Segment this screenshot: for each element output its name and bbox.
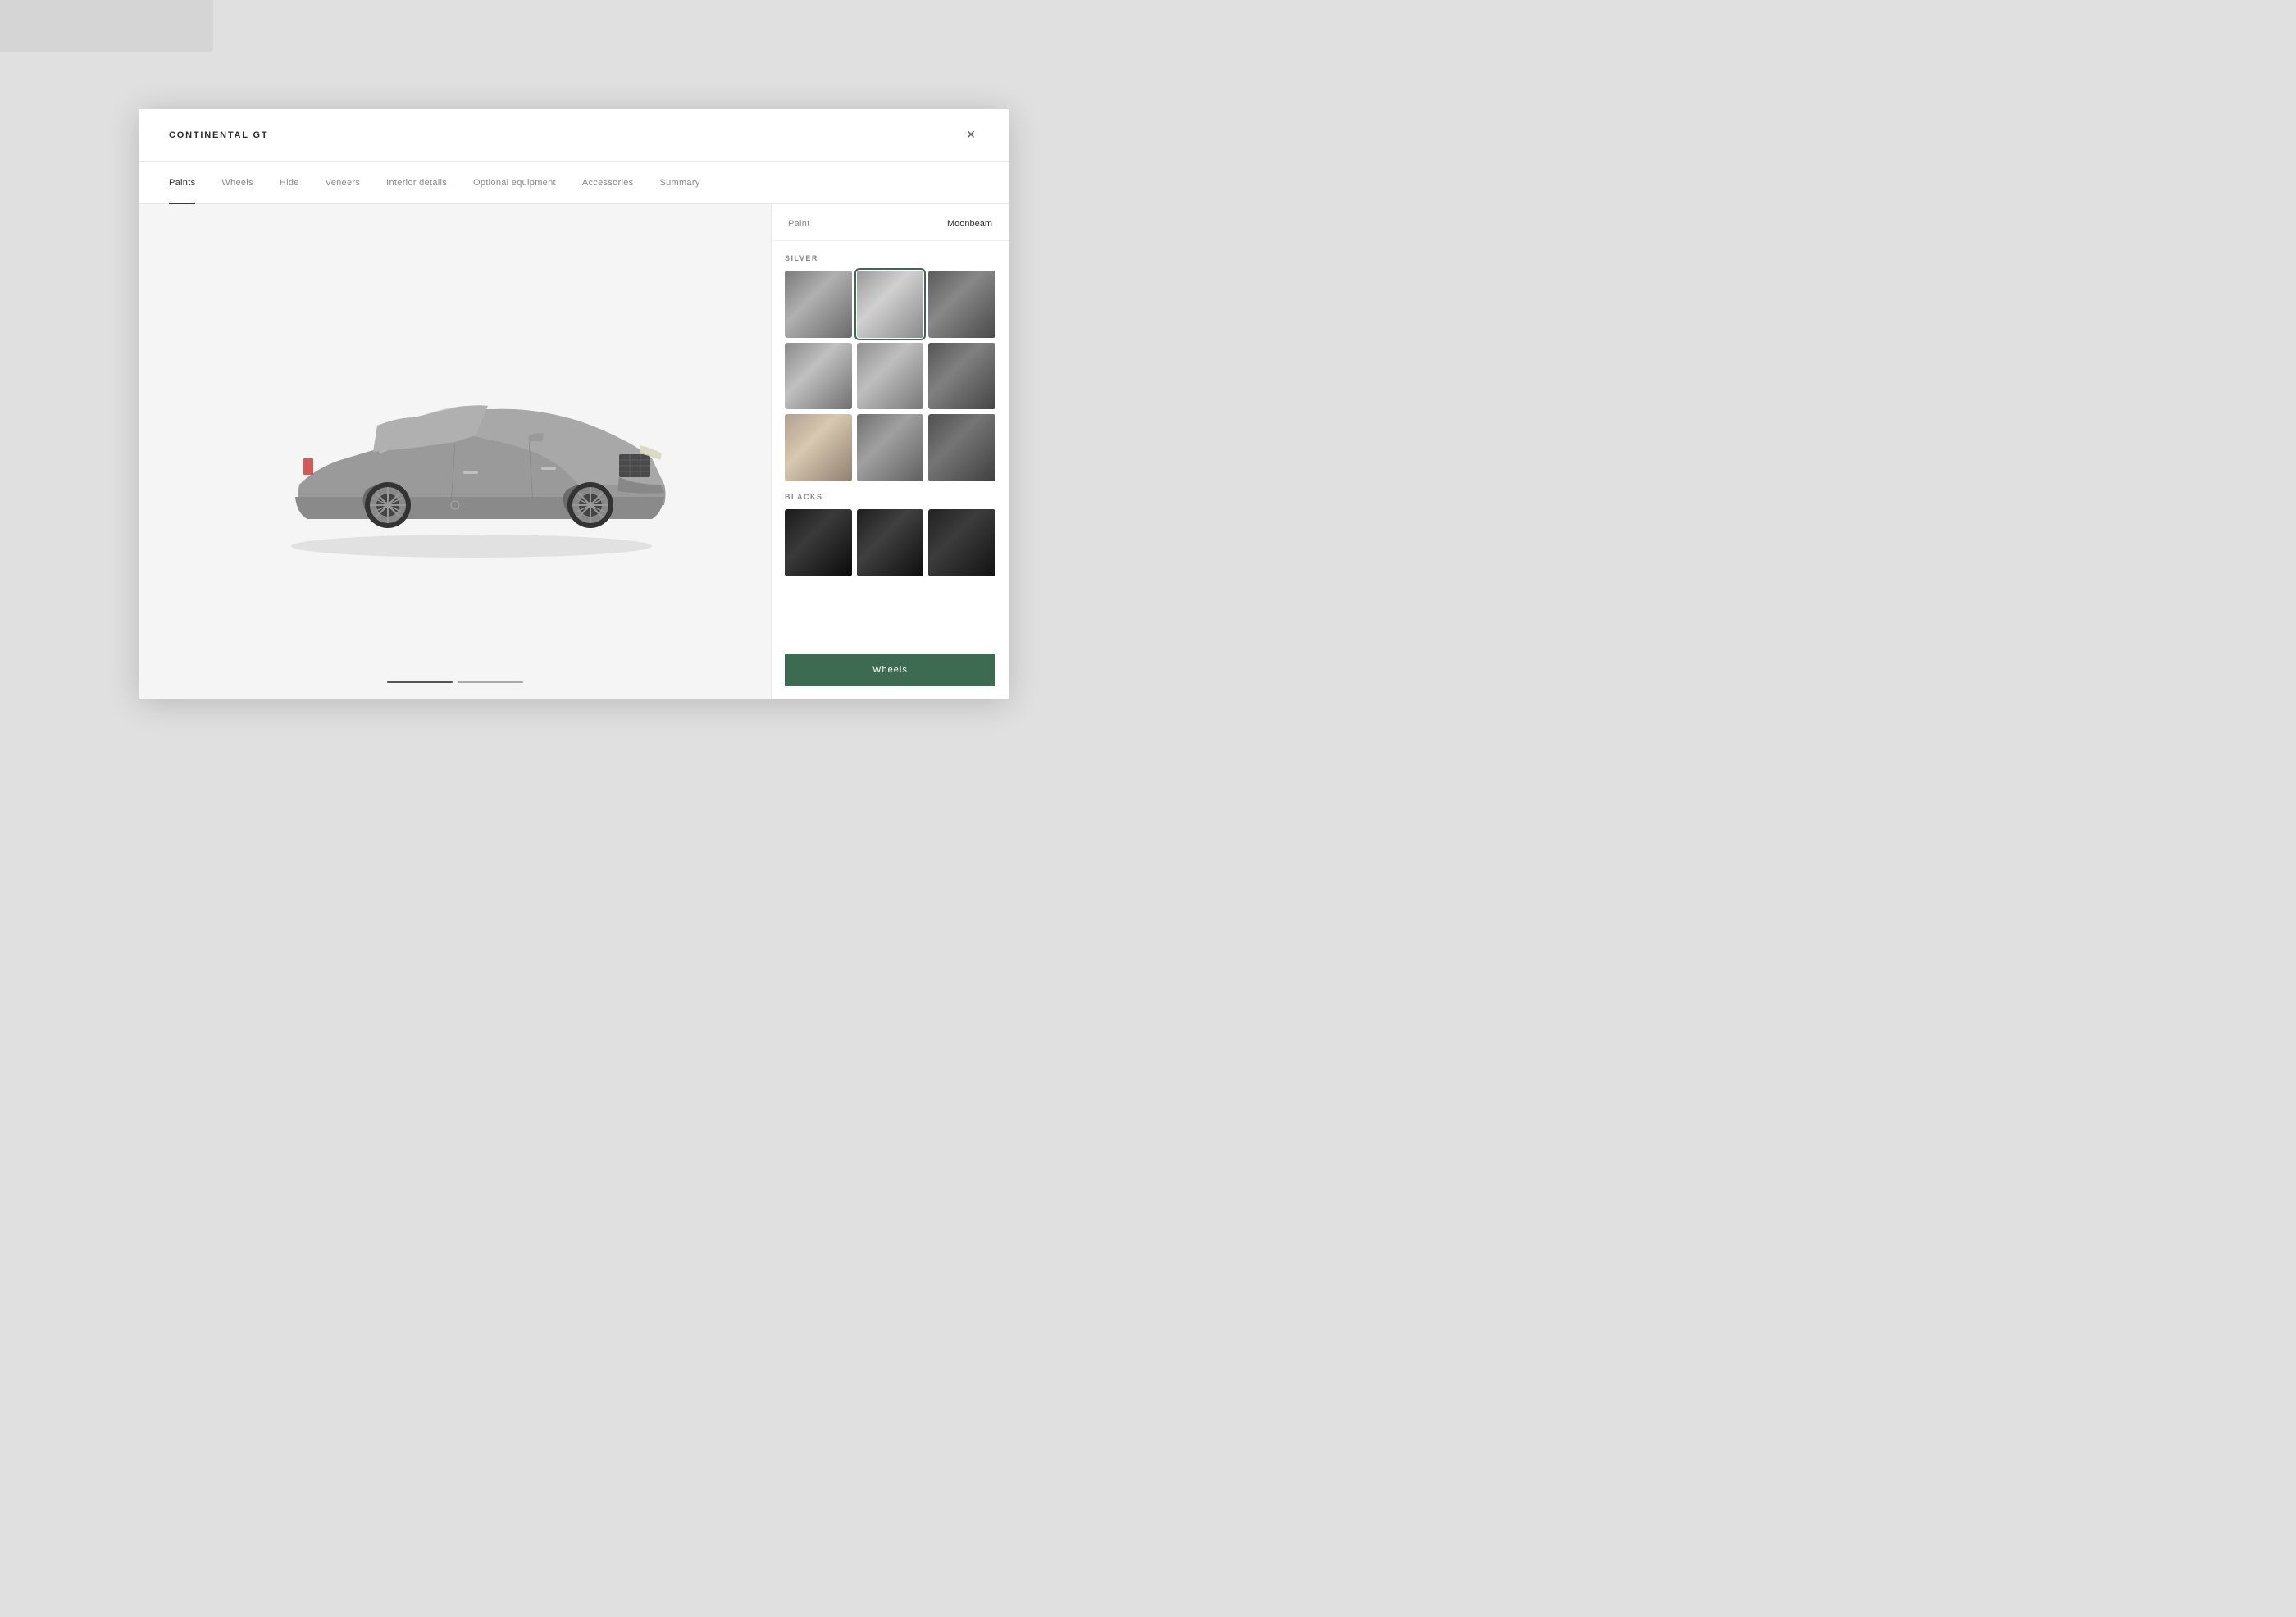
configurator-modal: CONTINENTAL GT × Paints Wheels Hide Vene… bbox=[139, 109, 1009, 699]
blacks-category-label: BLACKS bbox=[785, 493, 995, 501]
swatch-silver-4-color bbox=[785, 343, 852, 410]
swatch-silver-7[interactable] bbox=[785, 414, 852, 481]
swatch-silver-6[interactable] bbox=[928, 343, 995, 410]
swatch-black-2-color bbox=[857, 509, 924, 576]
swatch-silver-3[interactable] bbox=[928, 271, 995, 338]
swatch-silver-5-color bbox=[857, 343, 924, 410]
tab-interior-details[interactable]: Interior details bbox=[386, 162, 447, 204]
modal-content: Paint Moonbeam SILVER bbox=[139, 204, 1009, 699]
swatch-silver-8[interactable] bbox=[857, 414, 924, 481]
paint-selection-header: Paint Moonbeam bbox=[772, 204, 1009, 241]
modal-title: CONTINENTAL GT bbox=[169, 130, 268, 140]
swatch-silver-7-color bbox=[785, 414, 852, 481]
car-display-area bbox=[139, 204, 771, 699]
swatch-silver-3-color bbox=[928, 271, 995, 338]
image-pagination-dots bbox=[387, 681, 523, 683]
swatch-silver-9-color bbox=[928, 414, 995, 481]
swatch-black-1[interactable] bbox=[785, 509, 852, 576]
car-illustration bbox=[217, 321, 693, 567]
tab-veneers[interactable]: Veneers bbox=[326, 162, 360, 204]
tab-hide[interactable]: Hide bbox=[280, 162, 299, 204]
swatch-silver-4[interactable] bbox=[785, 343, 852, 410]
silver-swatches-grid bbox=[785, 271, 995, 481]
swatch-silver-2[interactable] bbox=[857, 271, 924, 338]
swatch-silver-1-color bbox=[785, 271, 852, 338]
tab-wheels[interactable]: Wheels bbox=[221, 162, 253, 204]
paint-label: Paint bbox=[788, 219, 810, 229]
swatch-black-2[interactable] bbox=[857, 509, 924, 576]
tab-summary[interactable]: Summary bbox=[659, 162, 699, 204]
swatch-black-1-color bbox=[785, 509, 852, 576]
tab-paints[interactable]: Paints bbox=[169, 162, 195, 204]
swatch-silver-8-color bbox=[857, 414, 924, 481]
silver-category-label: SILVER bbox=[785, 254, 995, 262]
swatch-silver-2-color bbox=[857, 271, 924, 338]
paint-selected-value: Moonbeam bbox=[947, 219, 992, 229]
swatch-silver-5[interactable] bbox=[857, 343, 924, 410]
tab-navigation: Paints Wheels Hide Veneers Interior deta… bbox=[139, 162, 1009, 204]
dot-1 bbox=[387, 681, 453, 683]
swatch-silver-6-color bbox=[928, 343, 995, 410]
dot-2 bbox=[458, 681, 523, 683]
swatch-silver-9[interactable] bbox=[928, 414, 995, 481]
car-image-container bbox=[156, 221, 754, 667]
swatches-container: SILVER bbox=[772, 241, 1009, 654]
swatch-black-3[interactable] bbox=[928, 509, 995, 576]
swatch-black-3-color bbox=[928, 509, 995, 576]
tab-optional-equipment[interactable]: Optional equipment bbox=[473, 162, 556, 204]
swatch-silver-1[interactable] bbox=[785, 271, 852, 338]
wheels-button[interactable]: Wheels bbox=[785, 654, 995, 686]
blacks-swatches-grid bbox=[785, 509, 995, 576]
paint-options-panel: Paint Moonbeam SILVER bbox=[771, 204, 1009, 699]
top-left-decoration bbox=[0, 0, 213, 52]
close-button[interactable]: × bbox=[963, 127, 979, 143]
modal-header: CONTINENTAL GT × bbox=[139, 109, 1009, 162]
tab-accessories[interactable]: Accessories bbox=[582, 162, 634, 204]
